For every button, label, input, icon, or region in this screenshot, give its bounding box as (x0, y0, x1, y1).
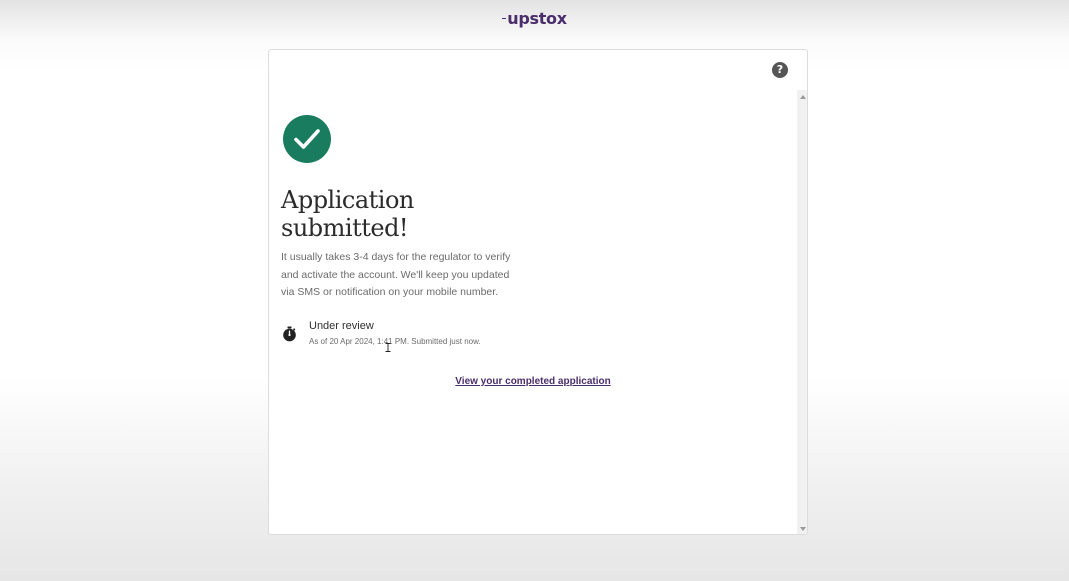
application-card: ? Application submitted! It usually take… (268, 49, 808, 535)
check-circle-icon (283, 115, 331, 163)
status-label: Under review (309, 320, 374, 332)
logo-dash (502, 17, 507, 20)
page-title: Application submitted! (281, 186, 541, 242)
text-cursor-icon (385, 339, 391, 352)
help-icon[interactable]: ? (772, 62, 788, 78)
stopwatch-icon (282, 326, 297, 342)
title-line-1: Application (281, 186, 414, 214)
logo-text: upstox (507, 9, 567, 28)
description-text: It usually takes 3-4 days for the regula… (281, 251, 511, 298)
scrollbar[interactable] (797, 90, 807, 534)
status-timestamp: As of 20 Apr 2024, 1:41 PM. Submitted ju… (309, 337, 481, 346)
scroll-up-arrow-icon[interactable] (800, 95, 806, 99)
title-line-2: submitted! (281, 214, 409, 242)
scroll-down-arrow-icon[interactable] (800, 527, 806, 531)
view-application-link[interactable]: View your completed application (269, 376, 797, 387)
upstox-logo: upstox (0, 9, 1069, 28)
